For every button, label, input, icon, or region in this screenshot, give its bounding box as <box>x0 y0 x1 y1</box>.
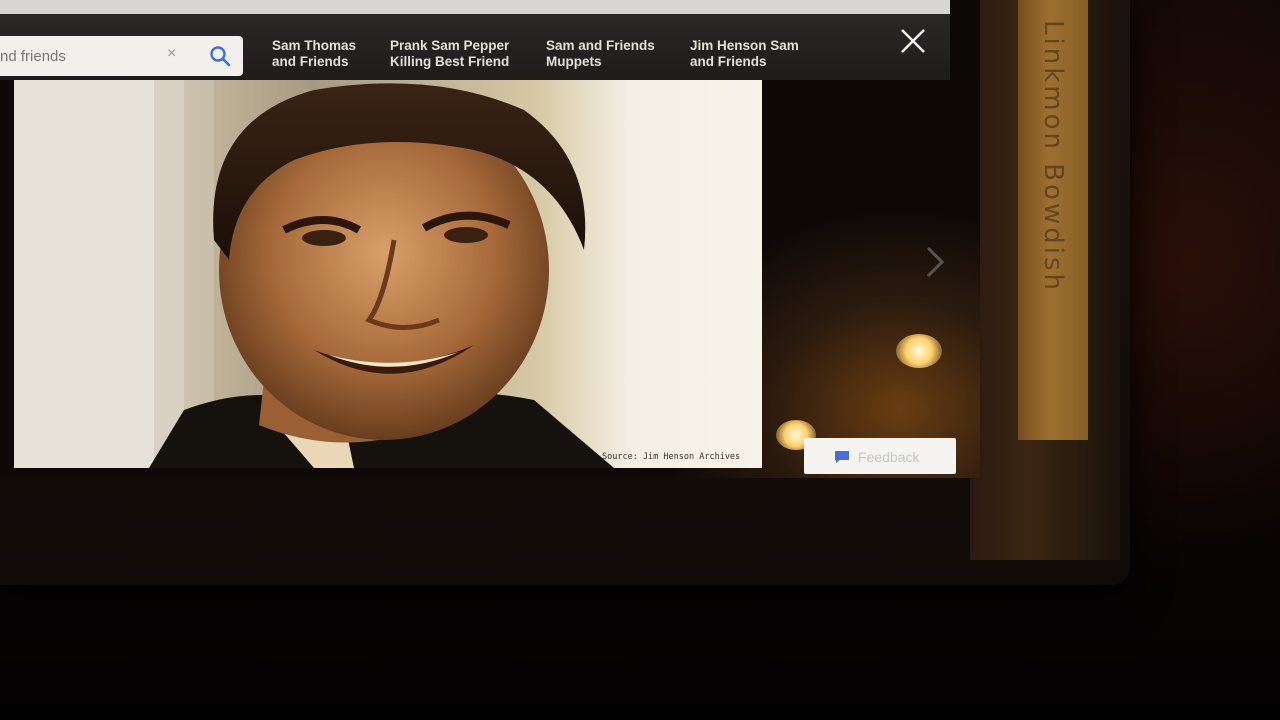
tablet-device: Linkmon Bowdish nd friends × Sam Thomas … <box>0 0 1130 585</box>
portrait-illustration <box>14 80 614 468</box>
image-viewer: Source: Jim Henson Archives <box>0 80 980 478</box>
search-input[interactable]: nd friends × <box>0 36 243 76</box>
related-search-chip-3[interactable]: Sam and Friends Muppets <box>546 38 666 70</box>
search-query-text: nd friends <box>0 48 66 65</box>
chevron-right-icon[interactable] <box>922 242 948 282</box>
image-source-credit: Source: Jim Henson Archives <box>602 452 741 462</box>
related-search-chip-1[interactable]: Sam Thomas and Friends <box>272 38 372 70</box>
clear-search-button[interactable]: × <box>167 45 176 63</box>
image-search-topbar: nd friends × Sam Thomas and Friends Pran… <box>0 0 950 80</box>
tablet-screen: nd friends × Sam Thomas and Friends Pran… <box>0 0 980 478</box>
feedback-label: Feedback <box>858 449 920 465</box>
device-label-text: Linkmon Bowdish <box>1038 20 1068 293</box>
related-search-chip-2[interactable]: Prank Sam Pepper Killing Best Friend <box>390 38 520 70</box>
related-search-chip-4[interactable]: Jim Henson Sam and Friends <box>690 38 810 70</box>
browser-strip <box>0 0 950 14</box>
feedback-button[interactable]: Feedback <box>804 438 956 474</box>
glare-light-1 <box>896 334 942 368</box>
search-icon[interactable] <box>209 45 231 67</box>
camera-scene: Linkmon Bowdish nd friends × Sam Thomas … <box>0 0 1280 720</box>
speech-bubble-icon <box>834 450 850 464</box>
close-icon[interactable] <box>898 26 928 56</box>
portrait-photo[interactable] <box>14 80 762 468</box>
